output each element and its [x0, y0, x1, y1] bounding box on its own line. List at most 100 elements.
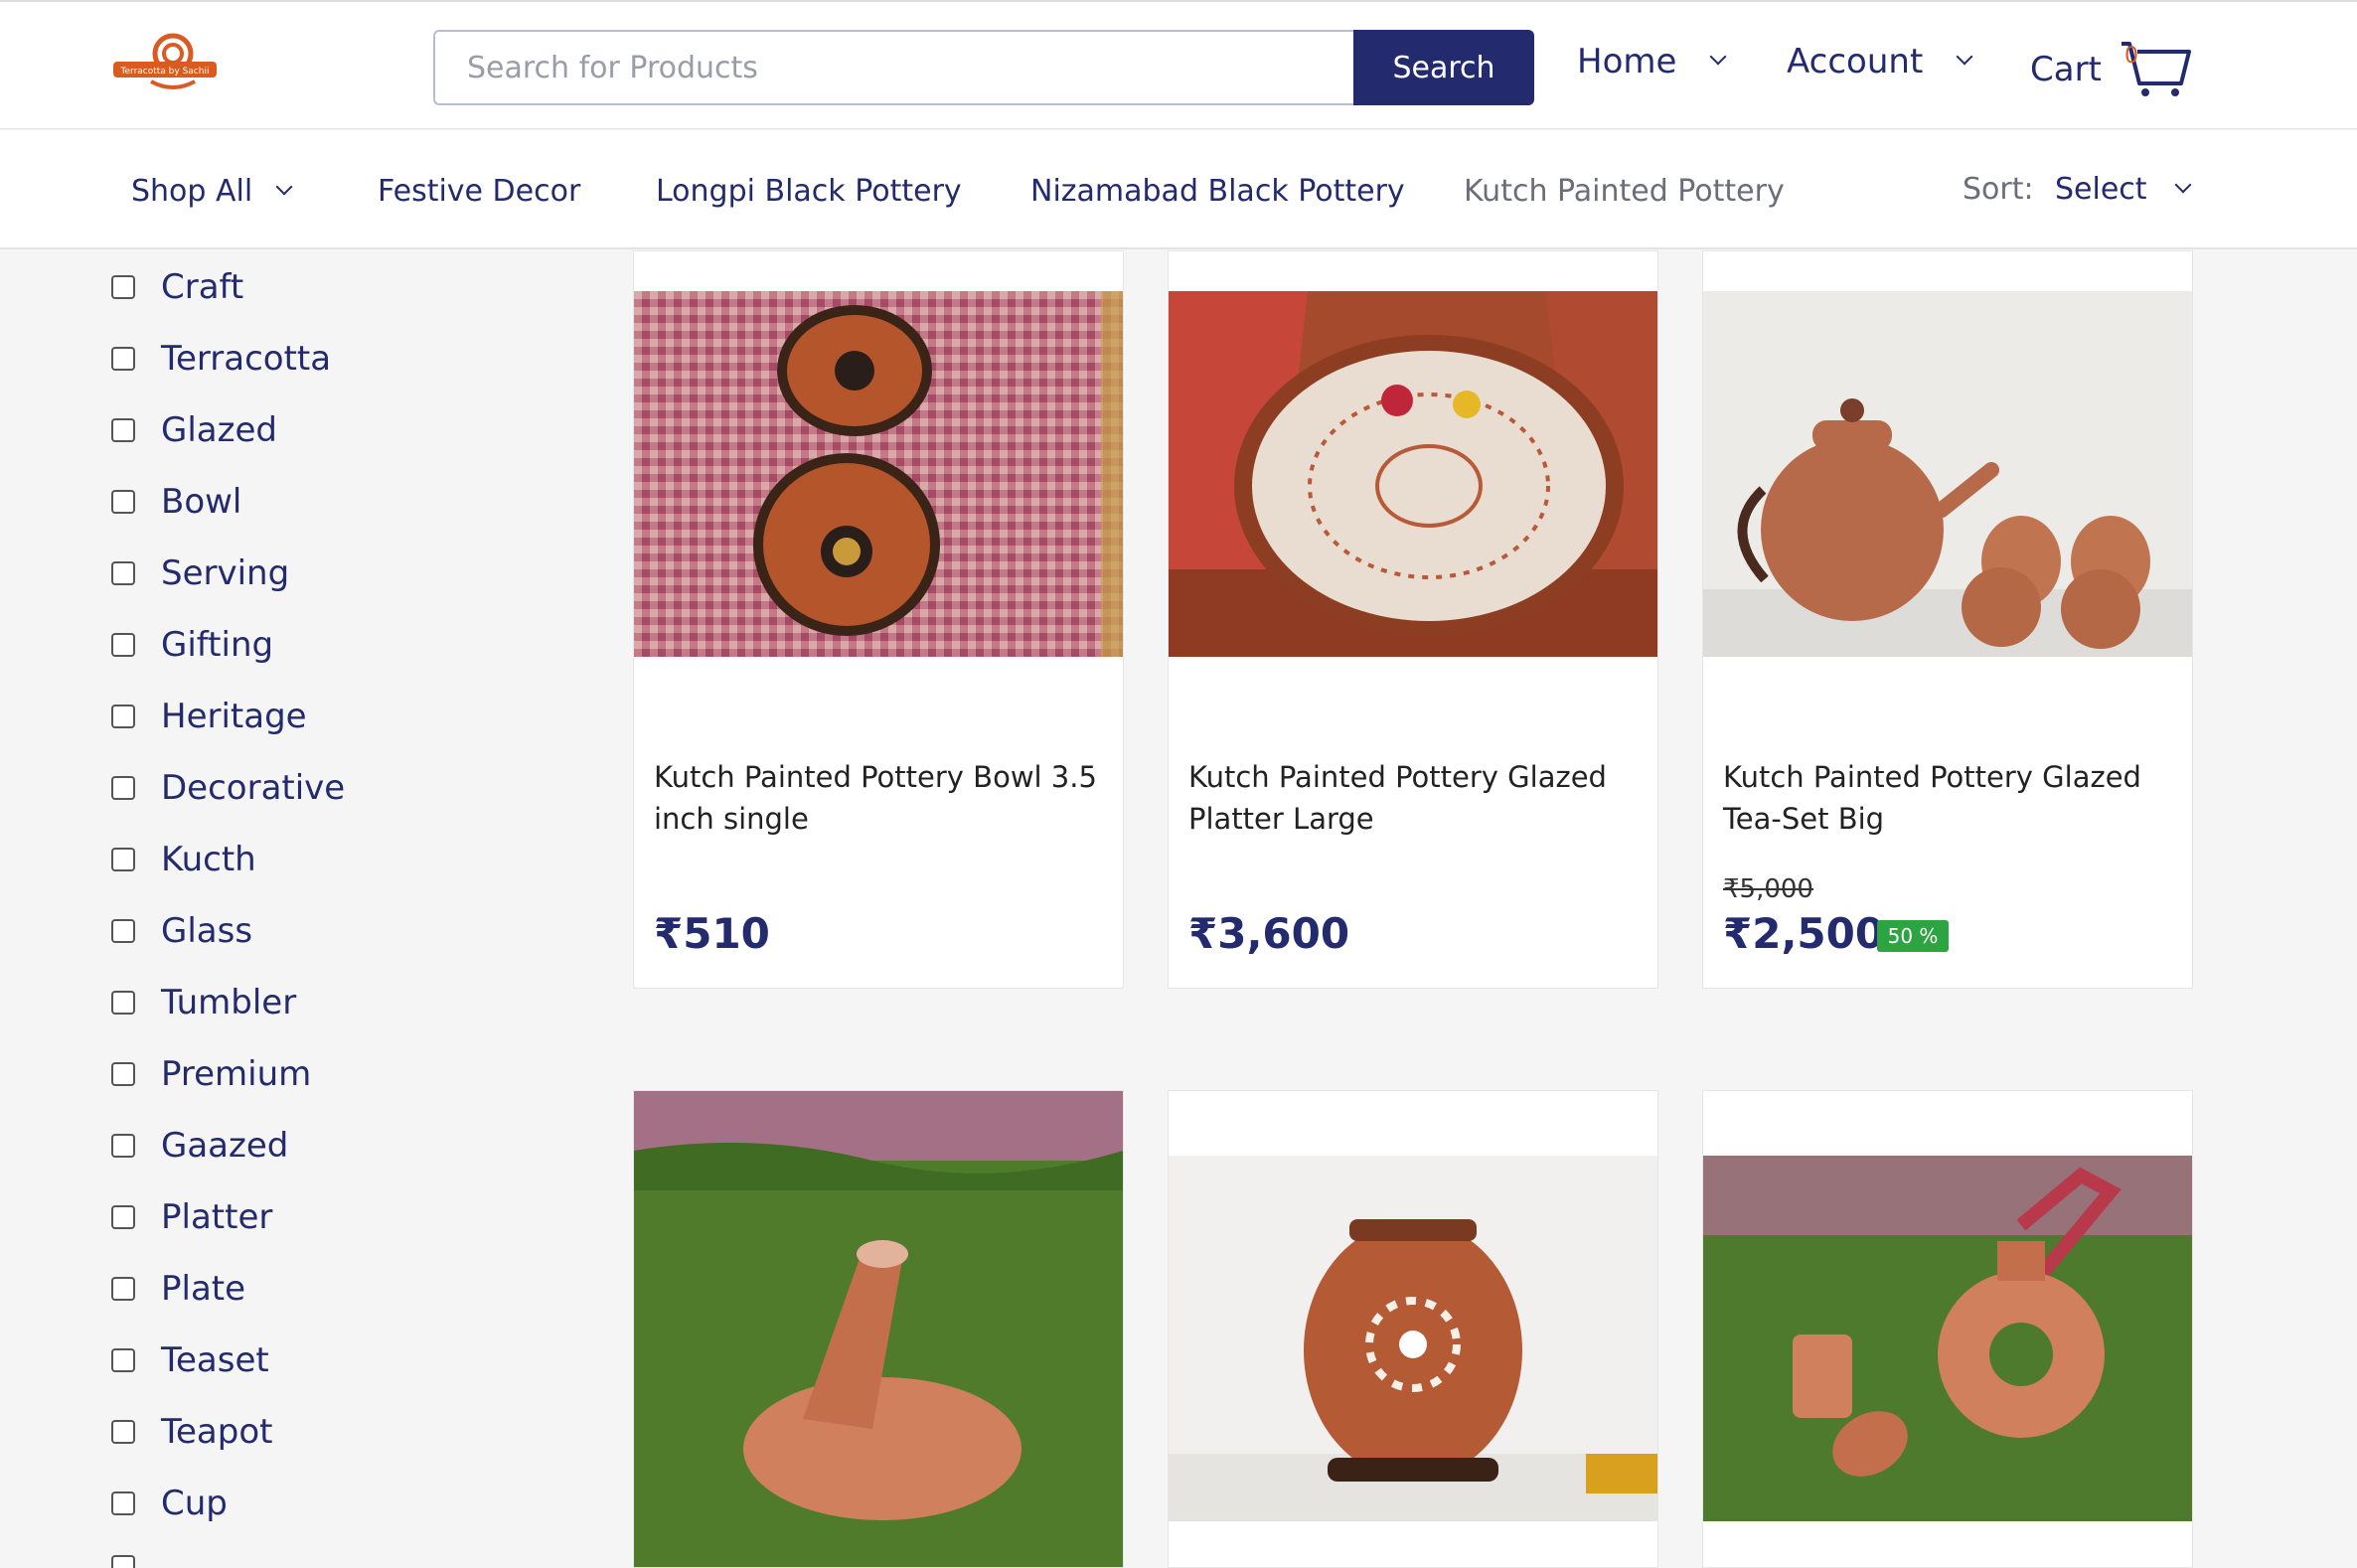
filter-checkbox[interactable] — [111, 347, 135, 371]
filter-platter[interactable]: Platter — [111, 1197, 272, 1237]
category-longpi-black-pottery[interactable]: Longpi Black Pottery — [656, 174, 962, 209]
filter-partial[interactable] — [111, 1555, 161, 1568]
filter-checkbox[interactable] — [111, 1205, 135, 1229]
filter-teaset[interactable]: Teaset — [111, 1340, 269, 1380]
filter-label: Bowl — [161, 482, 242, 522]
product-card[interactable]: Kutch Painted Pottery Bowl 3.5 inch sing… — [633, 250, 1124, 989]
filter-label: Glazed — [161, 410, 277, 450]
filter-checkbox[interactable] — [111, 1420, 135, 1444]
sort-dropdown[interactable]: Select — [2055, 172, 2192, 207]
filter-checkbox[interactable] — [111, 705, 135, 728]
product-image[interactable] — [1169, 291, 1657, 657]
category-kutch-painted-pottery[interactable]: Kutch Painted Pottery — [1464, 174, 1785, 209]
product-price: ₹510 — [654, 909, 770, 958]
nav-home-label: Home — [1577, 42, 1677, 81]
product-image[interactable] — [634, 1091, 1123, 1568]
filter-heritage[interactable]: Heritage — [111, 697, 307, 736]
filter-label: Serving — [161, 553, 290, 593]
filter-terracotta[interactable]: Terracotta — [111, 339, 331, 379]
nav-cart-label: Cart — [2030, 50, 2102, 89]
product-card[interactable] — [1168, 1090, 1658, 1568]
filter-checkbox[interactable] — [111, 418, 135, 442]
filter-label: Terracotta — [161, 339, 332, 379]
brand-logo[interactable]: Terracotta by Sachii — [111, 32, 219, 97]
filter-label: Gifting — [161, 625, 274, 665]
chevron-down-icon — [1709, 48, 1727, 66]
sort-label: Sort: — [1963, 172, 2034, 207]
product-name[interactable]: Kutch Painted Pottery Glazed Platter Lar… — [1188, 756, 1636, 840]
filter-checkbox[interactable] — [111, 633, 135, 657]
filter-gaazed[interactable]: Gaazed — [111, 1126, 288, 1166]
filter-sidebar: Craft Terracotta Glazed Bowl Serving Gif… — [111, 250, 529, 1568]
product-name[interactable]: Kutch Painted Pottery Glazed Tea-Set Big — [1723, 756, 2170, 840]
filter-label: Tumbler — [161, 983, 297, 1022]
filter-plate[interactable]: Plate — [111, 1269, 245, 1309]
chevron-down-icon — [2174, 176, 2192, 193]
filter-label: Platter — [161, 1197, 273, 1237]
filter-checkbox[interactable] — [111, 919, 135, 943]
filter-checkbox[interactable] — [111, 1134, 135, 1158]
product-name[interactable]: Kutch Painted Pottery Bowl 3.5 inch sing… — [654, 756, 1101, 840]
category-shop-all[interactable]: Shop All — [131, 174, 293, 209]
product-image[interactable] — [1703, 1156, 2192, 1521]
product-image[interactable] — [1703, 291, 2192, 657]
nav-home[interactable]: Home — [1577, 42, 1727, 81]
svg-text:Terracotta by Sachii: Terracotta by Sachii — [120, 67, 210, 77]
filter-label: Teaset — [161, 1340, 269, 1380]
filter-checkbox[interactable] — [111, 991, 135, 1015]
filter-kucth[interactable]: Kucth — [111, 840, 256, 879]
category-shop-all-label: Shop All — [131, 174, 253, 209]
product-card[interactable] — [1702, 1090, 2193, 1568]
filter-teapot[interactable]: Teapot — [111, 1412, 272, 1452]
filter-decorative[interactable]: Decorative — [111, 768, 345, 808]
filter-checkbox[interactable] — [111, 1277, 135, 1301]
filter-glazed[interactable]: Glazed — [111, 410, 277, 450]
filter-checkbox[interactable] — [111, 1555, 135, 1568]
filter-checkbox[interactable] — [111, 1062, 135, 1086]
product-image[interactable] — [634, 291, 1123, 657]
filter-glass[interactable]: Glass — [111, 911, 252, 951]
filter-gifting[interactable]: Gifting — [111, 625, 273, 665]
category-nav: Shop All Festive Decor Longpi Black Pott… — [0, 130, 2357, 249]
filter-checkbox[interactable] — [111, 776, 135, 800]
filter-checkbox[interactable] — [111, 490, 135, 514]
search-input[interactable] — [433, 30, 1355, 105]
sort-value: Select — [2055, 172, 2147, 207]
product-image[interactable] — [1169, 1156, 1657, 1521]
filter-checkbox[interactable] — [111, 1491, 135, 1515]
category-nizamabad-black-pottery[interactable]: Nizamabad Black Pottery — [1030, 174, 1405, 209]
chevron-down-icon — [275, 178, 293, 195]
filter-craft[interactable]: Craft — [111, 267, 243, 307]
filter-checkbox[interactable] — [111, 848, 135, 871]
filter-checkbox[interactable] — [111, 1348, 135, 1372]
cart-count-badge: 0 — [2124, 44, 2138, 69]
filter-label: Heritage — [161, 697, 307, 736]
filter-label: Gaazed — [161, 1126, 289, 1166]
filter-label: Kucth — [161, 840, 256, 879]
product-card[interactable]: Kutch Painted Pottery Glazed Platter Lar… — [1168, 250, 1658, 989]
nav-account-label: Account — [1787, 42, 1924, 81]
filter-tumbler[interactable]: Tumbler — [111, 983, 296, 1022]
product-price: ₹3,600 — [1188, 909, 1350, 958]
nav-account[interactable]: Account — [1787, 42, 1973, 81]
search-button[interactable]: Search — [1353, 30, 1534, 105]
category-festive-decor[interactable]: Festive Decor — [378, 174, 580, 209]
filter-serving[interactable]: Serving — [111, 553, 289, 593]
filter-cup[interactable]: Cup — [111, 1484, 228, 1523]
discount-badge: 50 % — [1877, 920, 1949, 952]
filter-label: Plate — [161, 1269, 246, 1309]
search-bar: Search — [433, 30, 1534, 105]
product-card[interactable] — [633, 1090, 1124, 1568]
filter-label: Decorative — [161, 768, 346, 808]
filter-label: Cup — [161, 1484, 228, 1523]
nav-cart[interactable]: Cart — [2030, 40, 2193, 99]
product-card[interactable]: Kutch Painted Pottery Glazed Tea-Set Big… — [1702, 250, 2193, 989]
product-price: ₹2,500 — [1723, 909, 1885, 958]
filter-label: Craft — [161, 267, 244, 307]
filter-premium[interactable]: Premium — [111, 1054, 311, 1094]
filter-checkbox[interactable] — [111, 275, 135, 299]
filter-bowl[interactable]: Bowl — [111, 482, 241, 522]
chevron-down-icon — [1956, 48, 1973, 66]
filter-label: Premium — [161, 1054, 312, 1094]
filter-checkbox[interactable] — [111, 561, 135, 585]
